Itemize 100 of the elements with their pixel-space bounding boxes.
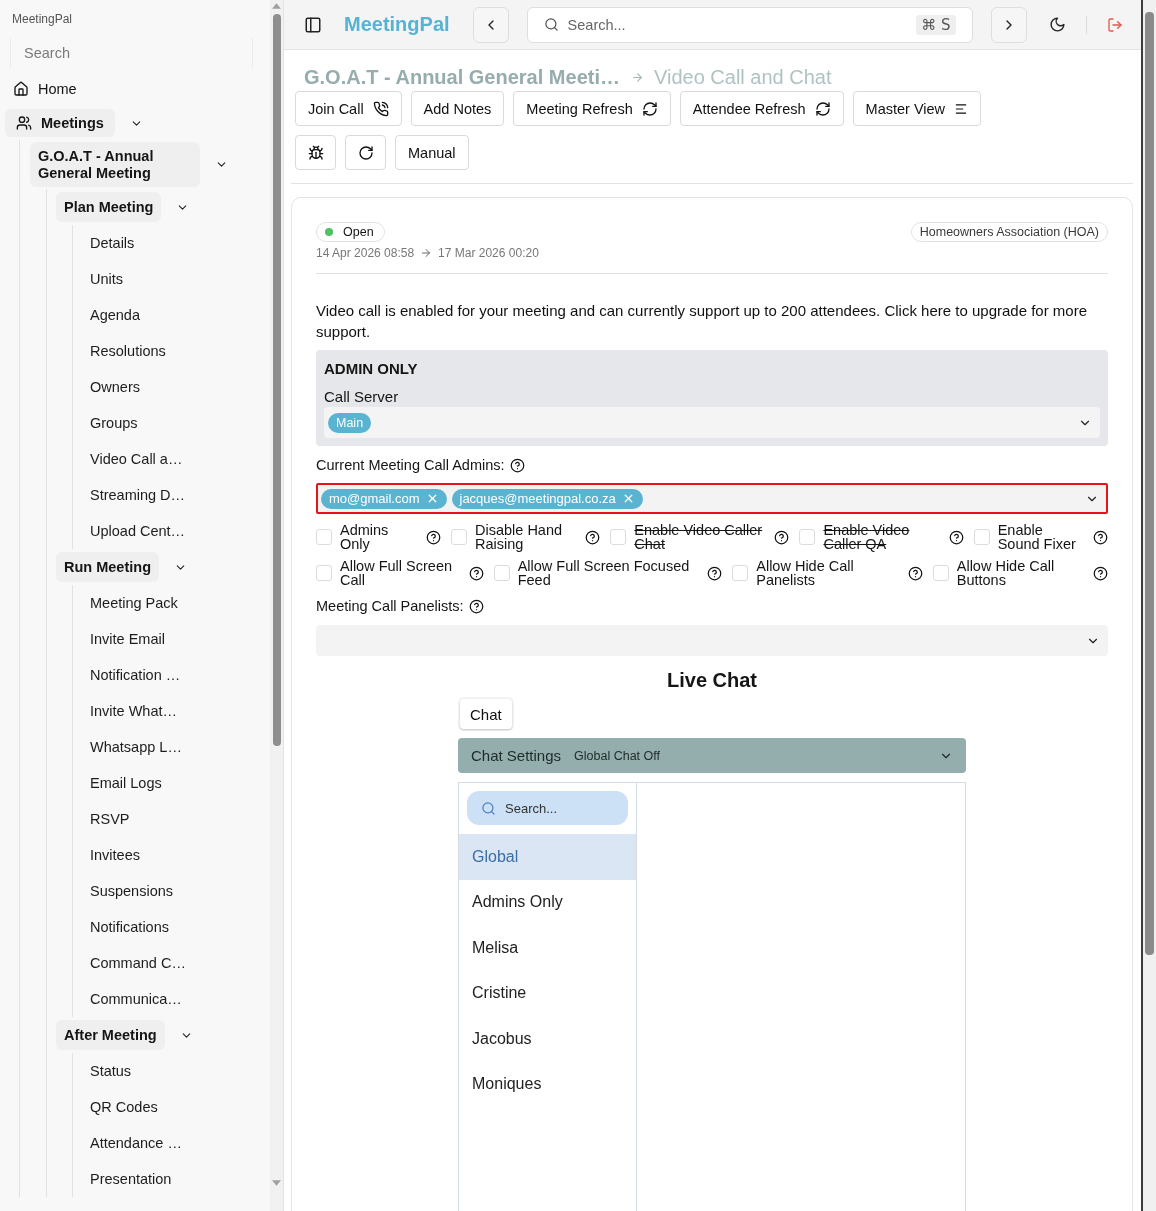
help-icon[interactable] bbox=[907, 565, 923, 581]
nav-item[interactable]: Streaming D… bbox=[82, 477, 270, 513]
nav-item[interactable]: After Meeting bbox=[56, 1020, 165, 1050]
help-icon[interactable] bbox=[426, 529, 441, 545]
nav-item[interactable]: QR Codes bbox=[82, 1089, 270, 1125]
nav-item[interactable]: Whatsapp L… bbox=[82, 729, 270, 765]
help-icon[interactable] bbox=[1093, 529, 1108, 545]
search-field[interactable]: Search bbox=[10, 38, 253, 68]
checkbox[interactable] bbox=[610, 529, 627, 545]
option-label: Allow Hide Call Panelists bbox=[756, 559, 855, 587]
search-icon bbox=[543, 17, 559, 32]
search-icon bbox=[481, 800, 496, 816]
checkbox[interactable] bbox=[973, 529, 990, 545]
nav-item[interactable]: Home bbox=[5, 81, 77, 97]
page-title: Video Call and Chat bbox=[653, 65, 832, 89]
debug-button[interactable] bbox=[295, 135, 336, 170]
nav-item[interactable]: Groups bbox=[82, 405, 270, 441]
checkbox[interactable] bbox=[316, 565, 332, 581]
nav-item[interactable]: Details bbox=[82, 225, 270, 261]
lines-icon bbox=[954, 101, 969, 116]
field-label: Meeting Call Panelists: bbox=[316, 597, 464, 616]
nav-item[interactable]: Invite Email bbox=[82, 621, 270, 657]
bug-icon bbox=[307, 144, 324, 161]
arrow-right-icon bbox=[420, 247, 433, 259]
nav-item[interactable]: Resolutions bbox=[82, 333, 270, 369]
refresh-icon bbox=[641, 100, 658, 117]
section-title: ADMIN ONLY bbox=[324, 359, 419, 379]
chat-settings-bar[interactable]: Chat Settings Global Chat Off bbox=[458, 738, 966, 773]
nav-item[interactable]: Email Logs bbox=[82, 765, 270, 801]
logout-icon[interactable] bbox=[1106, 16, 1123, 33]
notice-text: Video call is enabled for your meeting and can currently support up to 200 attendees. Click here to upgrade for more support. bbox=[316, 301, 1088, 342]
scrollbar-thumb[interactable] bbox=[272, 14, 281, 746]
nav-item[interactable]: Upload Cent… bbox=[82, 513, 270, 549]
refresh-icon bbox=[814, 100, 831, 117]
nav-item[interactable]: Invitees bbox=[82, 837, 270, 873]
conversation-item[interactable]: Cristine bbox=[459, 970, 636, 1016]
nav-item[interactable]: Attendance … bbox=[82, 1125, 270, 1161]
nav-item[interactable]: Run Meeting bbox=[56, 552, 159, 582]
checkbox[interactable] bbox=[493, 565, 510, 581]
action-button[interactable]: Meeting Refresh bbox=[513, 91, 671, 126]
help-icon[interactable] bbox=[468, 598, 484, 614]
nav-item[interactable]: Command C… bbox=[82, 945, 270, 981]
manual-button[interactable]: Manual bbox=[395, 135, 469, 170]
nav-item[interactable]: Notifications bbox=[82, 909, 270, 945]
field-label: Call Server bbox=[324, 387, 400, 407]
checkbox[interactable] bbox=[732, 565, 749, 581]
help-icon[interactable] bbox=[509, 457, 525, 473]
nav-item[interactable]: RSVP bbox=[82, 801, 270, 837]
nav-item[interactable]: Notification … bbox=[82, 657, 270, 693]
app-name: MeetingPal bbox=[11, 11, 74, 26]
checkbox[interactable] bbox=[316, 529, 332, 545]
settings-title: Chat Settings bbox=[471, 747, 562, 764]
action-button[interactable]: Master View bbox=[852, 91, 982, 126]
checkbox[interactable] bbox=[932, 565, 949, 581]
checkbox[interactable] bbox=[451, 529, 467, 545]
chat-status-text: Global Chat Off bbox=[574, 748, 660, 763]
help-icon[interactable] bbox=[774, 529, 790, 545]
nav-item[interactable]: Units bbox=[82, 261, 270, 297]
option-label: Allow Hide Call Buttons bbox=[956, 559, 1056, 587]
option-label: Allow Full Screen Call bbox=[340, 559, 453, 587]
option-label: Enable Video Caller QA bbox=[823, 523, 911, 551]
nav-item[interactable]: Meeting Pack bbox=[82, 585, 270, 621]
action-button[interactable]: Attendee Refresh bbox=[679, 91, 844, 126]
help-icon[interactable] bbox=[585, 529, 601, 545]
nav-item[interactable]: Owners bbox=[82, 369, 270, 405]
checkbox[interactable] bbox=[799, 529, 816, 545]
sidebar-toggle-icon[interactable] bbox=[304, 15, 322, 34]
option-label: Disable Hand Raising bbox=[475, 523, 564, 551]
option-label: Enable Video Caller Chat bbox=[634, 523, 764, 551]
reload-button[interactable] bbox=[345, 135, 386, 170]
conversation-item[interactable]: Jacobus bbox=[459, 1016, 636, 1062]
option-label: Admins Only bbox=[340, 523, 390, 551]
conversation-item[interactable]: Admins Only bbox=[459, 879, 636, 925]
nav-item[interactable]: Video Call a… bbox=[82, 441, 270, 477]
field-label: Current Meeting Call Admins: bbox=[316, 456, 505, 475]
nav-item[interactable]: Meetings bbox=[5, 109, 115, 137]
search-field[interactable]: Search... ⌘ S bbox=[526, 6, 973, 43]
conversation-item[interactable]: Melisa bbox=[459, 925, 636, 971]
conversation-item[interactable]: Moniques bbox=[459, 1061, 636, 1107]
nav-item[interactable]: Status bbox=[82, 1053, 270, 1089]
action-button[interactable]: Add Notes bbox=[410, 91, 505, 126]
nav-item[interactable]: Presentation bbox=[82, 1161, 270, 1197]
help-icon[interactable] bbox=[1093, 565, 1108, 581]
nav-item[interactable]: Plan Meeting bbox=[56, 192, 162, 222]
help-icon[interactable] bbox=[707, 565, 723, 581]
search-field[interactable]: Search... bbox=[467, 791, 628, 825]
help-icon[interactable] bbox=[948, 529, 964, 545]
help-icon[interactable] bbox=[468, 565, 484, 581]
moon-icon[interactable] bbox=[1048, 16, 1066, 33]
nav-item[interactable]: Invite What… bbox=[82, 693, 270, 729]
conversation-item[interactable]: Global bbox=[459, 834, 636, 880]
action-button[interactable]: Join Call bbox=[295, 91, 402, 126]
nav-item[interactable]: G.O.A.T - Annual General Meeting bbox=[30, 142, 200, 187]
nav-item[interactable]: Communica… bbox=[82, 981, 270, 1017]
nav-item[interactable]: Agenda bbox=[82, 297, 270, 333]
arrow-right-icon bbox=[630, 70, 644, 84]
rotate-icon bbox=[357, 144, 374, 161]
nav-item[interactable]: Suspensions bbox=[82, 873, 270, 909]
chat-tab[interactable]: Chat bbox=[460, 699, 512, 729]
scrollbar-thumb[interactable] bbox=[1145, 12, 1154, 955]
